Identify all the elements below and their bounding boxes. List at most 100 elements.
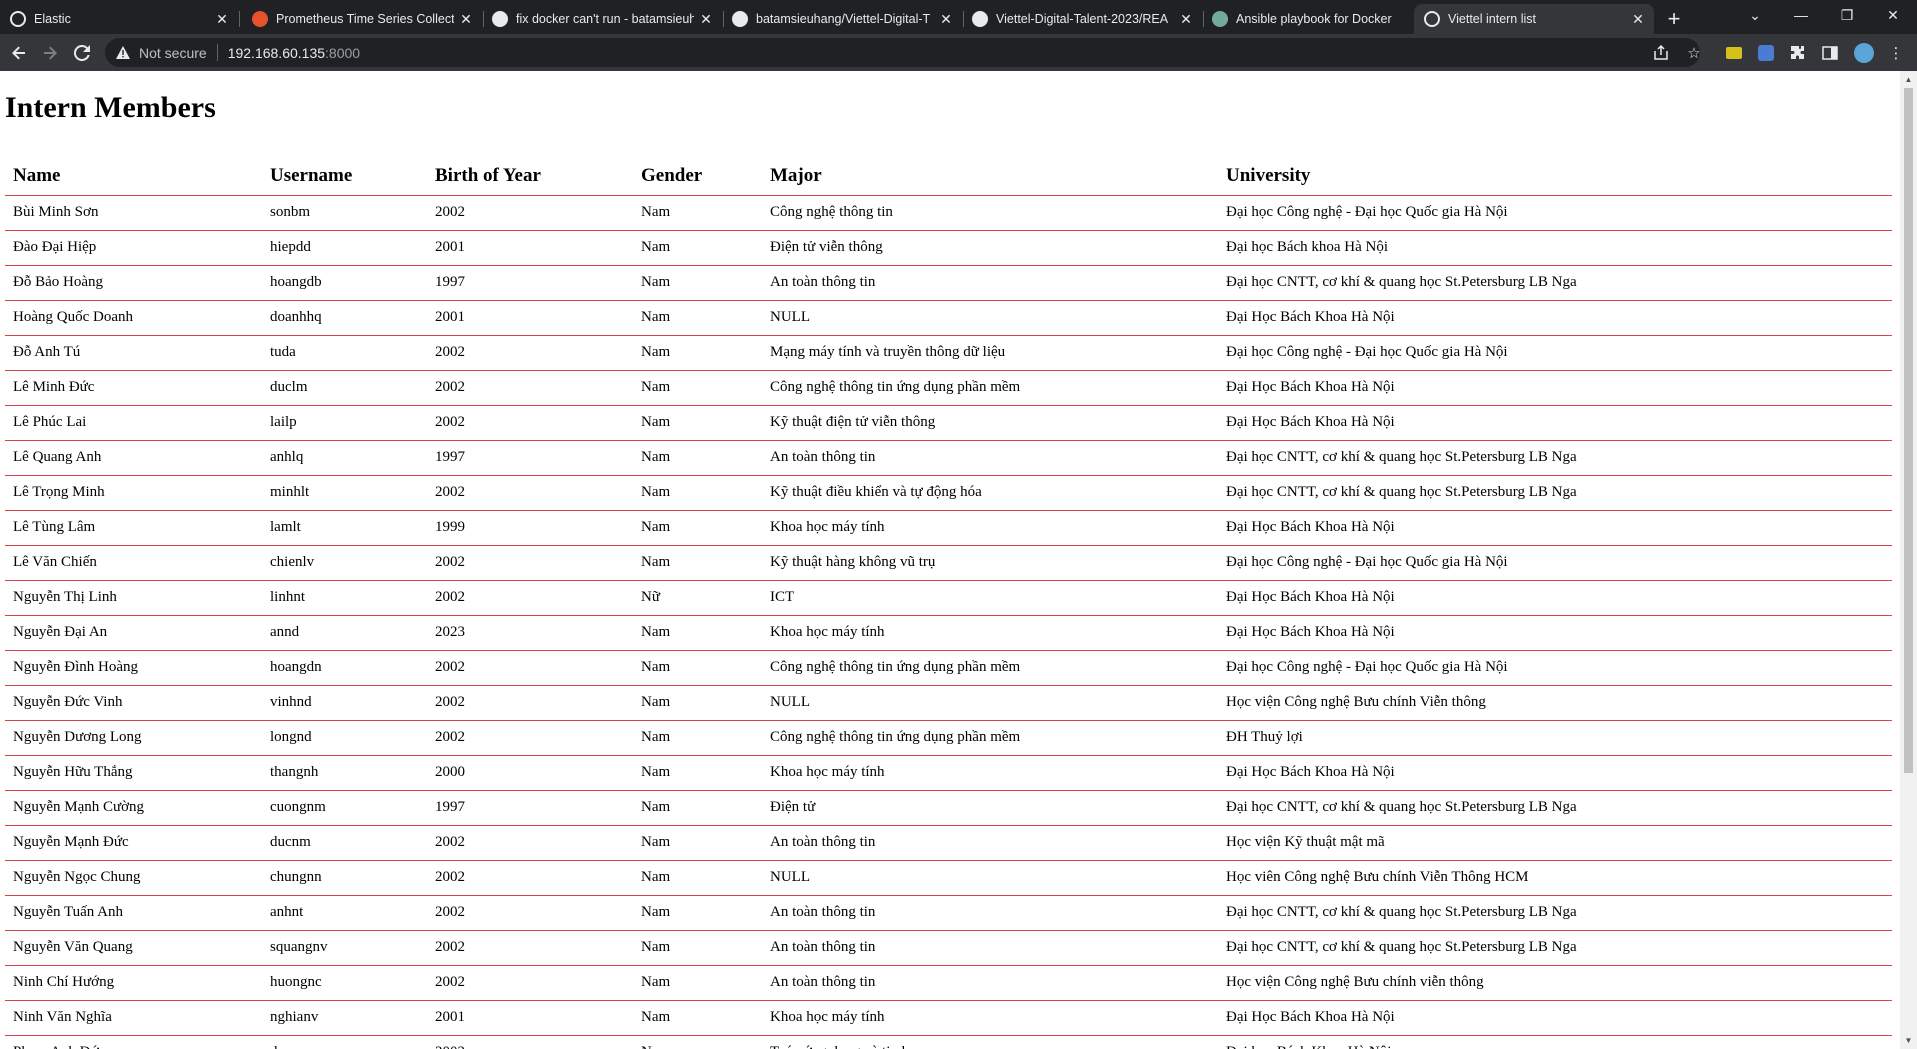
chatgpt-icon — [1212, 11, 1228, 27]
share-icon[interactable] — [1650, 42, 1672, 64]
cell-birth-year: 2002 — [427, 825, 633, 861]
table-row: Lê Phúc Lai lailp 2002 Nam Kỹ thuật điện tử … — [5, 405, 1892, 441]
browser-tab[interactable]: Elastic ✕ — [0, 4, 238, 34]
cell-username: cuongnm — [262, 790, 427, 826]
table-row: Ninh Văn Nghĩa nghianv 2001 Nam Khoa học máy… — [5, 1000, 1892, 1036]
new-tab-button[interactable]: + — [1660, 5, 1688, 33]
page-viewport: Intern Members Name Username Birth of Ye… — [0, 71, 1917, 1049]
github-icon — [492, 11, 508, 27]
close-tab-icon[interactable]: ✕ — [1630, 11, 1646, 27]
cell-name: Nguyễn Tuấn Anh — [5, 895, 262, 931]
address-bar[interactable]: Not secure 192.168.60.135:8000 — [105, 38, 1700, 67]
close-tab-icon[interactable]: ✕ — [938, 11, 954, 27]
browser-toolbar: Not secure 192.168.60.135:8000 ☆ ⋮ — [0, 34, 1917, 71]
cell-birth-year: 1997 — [427, 790, 633, 826]
bookmark-star-icon[interactable]: ☆ — [1683, 42, 1705, 64]
cell-name: Lê Phúc Lai — [5, 405, 262, 441]
table-body: Bùi Minh Sơn sonbm 2002 Nam Công nghệ thông … — [5, 195, 1892, 1049]
cell-birth-year: 1997 — [427, 440, 633, 476]
cell-birth-year: 2001 — [427, 230, 633, 266]
tab-search-icon[interactable]: ⌄ — [1732, 0, 1778, 30]
cell-university: Đại học CNTT, cơ khí & quang học St.Pete… — [1218, 475, 1892, 511]
cell-major: Khoa học máy tính — [762, 755, 1218, 791]
close-tab-icon[interactable]: ✕ — [458, 11, 474, 27]
close-tab-icon[interactable]: ✕ — [1178, 11, 1194, 27]
browser-tab[interactable]: Prometheus Time Series Collecti ✕ — [242, 4, 482, 34]
cell-name: Nguyễn Thị Linh — [5, 580, 262, 616]
scrollbar-thumb[interactable] — [1904, 88, 1913, 773]
table-row: Lê Văn Chiến chienlv 2002 Nam Kỹ thuật hàng … — [5, 545, 1892, 581]
cell-university: Đại học CNTT, cơ khí & quang học St.Pete… — [1218, 265, 1892, 301]
cell-major: Khoa học máy tính — [762, 615, 1218, 651]
github-icon — [732, 11, 748, 27]
cell-major: NULL — [762, 860, 1218, 896]
cell-university: Đại Học Bách Khoa Hà Nội — [1218, 615, 1892, 651]
cell-birth-year: 2002 — [427, 930, 633, 966]
scroll-down-arrow-icon[interactable]: ▼ — [1900, 1032, 1917, 1049]
address-divider — [216, 44, 218, 61]
cell-university: Đại Học Bách Khoa Hà Nội — [1218, 580, 1892, 616]
minimize-icon[interactable]: — — [1778, 0, 1824, 30]
close-window-icon[interactable]: ✕ — [1870, 0, 1916, 30]
vertical-scrollbar[interactable]: ▲ ▼ — [1900, 71, 1917, 1049]
cell-major: Công nghệ thông tin ứng dụng phần mềm — [762, 720, 1218, 756]
extensions-puzzle-icon[interactable] — [1787, 42, 1809, 64]
cell-gender: Nữ — [633, 580, 762, 616]
cell-gender: Nam — [633, 405, 762, 441]
cell-gender: Nam — [633, 1035, 762, 1049]
cell-university: Đại Học Bách Khoa Hà Nội — [1218, 300, 1892, 336]
tab-title: fix docker can't run - batamsieuh — [516, 12, 694, 26]
cell-username: ducnm — [262, 825, 427, 861]
cell-gender: Nam — [633, 755, 762, 791]
menu-kebab-icon[interactable]: ⋮ — [1885, 42, 1907, 64]
side-panel-icon[interactable] — [1819, 42, 1841, 64]
browser-tab[interactable]: Viettel intern list ✕ — [1414, 4, 1654, 34]
forward-button[interactable] — [36, 39, 64, 67]
cell-university: Học viên Công nghệ Bưu chính Viễn Thông … — [1218, 860, 1892, 896]
reload-button[interactable] — [68, 39, 96, 67]
cell-gender: Nam — [633, 230, 762, 266]
cell-birth-year: 2002 — [427, 685, 633, 721]
url-port[interactable]: :8000 — [325, 45, 360, 61]
url-host[interactable]: 192.168.60.135 — [228, 45, 325, 61]
elastic-icon — [10, 11, 26, 27]
browser-tab[interactable]: fix docker can't run - batamsieuh ✕ — [482, 4, 722, 34]
cell-username: anhnt — [262, 895, 427, 931]
column-header-username: Username — [262, 157, 427, 196]
cell-gender: Nam — [633, 195, 762, 231]
translate-icon[interactable] — [1755, 42, 1777, 64]
cell-university: Đại học CNTT, cơ khí & quang học St.Pete… — [1218, 790, 1892, 826]
table-row: Nguyễn Tuấn Anh anhnt 2002 Nam An toàn thông… — [5, 895, 1892, 931]
cell-major: An toàn thông tin — [762, 895, 1218, 931]
cell-birth-year: 2002 — [427, 965, 633, 1001]
browser-tab[interactable]: Viettel-Digital-Talent-2023/REA ✕ — [962, 4, 1202, 34]
cell-university: Đại học Công nghệ - Đại học Quốc gia Hà … — [1218, 650, 1892, 686]
restore-icon[interactable]: ❐ — [1824, 0, 1870, 30]
close-tab-icon[interactable]: ✕ — [214, 11, 230, 27]
browser-tab[interactable]: Ansible playbook for Docker✕ — [1202, 4, 1442, 34]
table-row: Lê Trọng Minh minhlt 2002 Nam Kỹ thuật điều … — [5, 475, 1892, 511]
security-label[interactable]: Not secure — [139, 45, 207, 61]
cell-name: Nguyễn Hữu Thắng — [5, 755, 262, 791]
warning-icon[interactable] — [115, 45, 131, 61]
profile-avatar-icon[interactable] — [1853, 42, 1875, 64]
cell-gender: Nam — [633, 825, 762, 861]
cell-name: Bùi Minh Sơn — [5, 195, 262, 231]
cell-university: Học viện Công nghệ Bưu chính Viễn thông — [1218, 685, 1892, 721]
cell-username: anhlq — [262, 440, 427, 476]
browser-tab[interactable]: batamsieuhang/Viettel-Digital-T ✕ — [722, 4, 962, 34]
cell-major: An toàn thông tin — [762, 825, 1218, 861]
scroll-up-arrow-icon[interactable]: ▲ — [1900, 71, 1917, 88]
back-button[interactable] — [5, 39, 33, 67]
cell-birth-year: 2002 — [427, 475, 633, 511]
close-tab-icon[interactable]: ✕ — [698, 11, 714, 27]
cell-gender: Nam — [633, 510, 762, 546]
cell-university: Đại Học Bách Khoa Hà Nội — [1218, 755, 1892, 791]
column-header-university: University — [1218, 157, 1892, 196]
cell-major: Toán ứng dụng và tin học — [762, 1035, 1218, 1049]
tab-title: batamsieuhang/Viettel-Digital-T — [756, 12, 931, 26]
cell-birth-year: 2001 — [427, 300, 633, 336]
cell-username: ducpa — [262, 1035, 427, 1049]
column-header-name: Name — [5, 157, 262, 196]
extension-yellow-icon[interactable] — [1723, 42, 1745, 64]
